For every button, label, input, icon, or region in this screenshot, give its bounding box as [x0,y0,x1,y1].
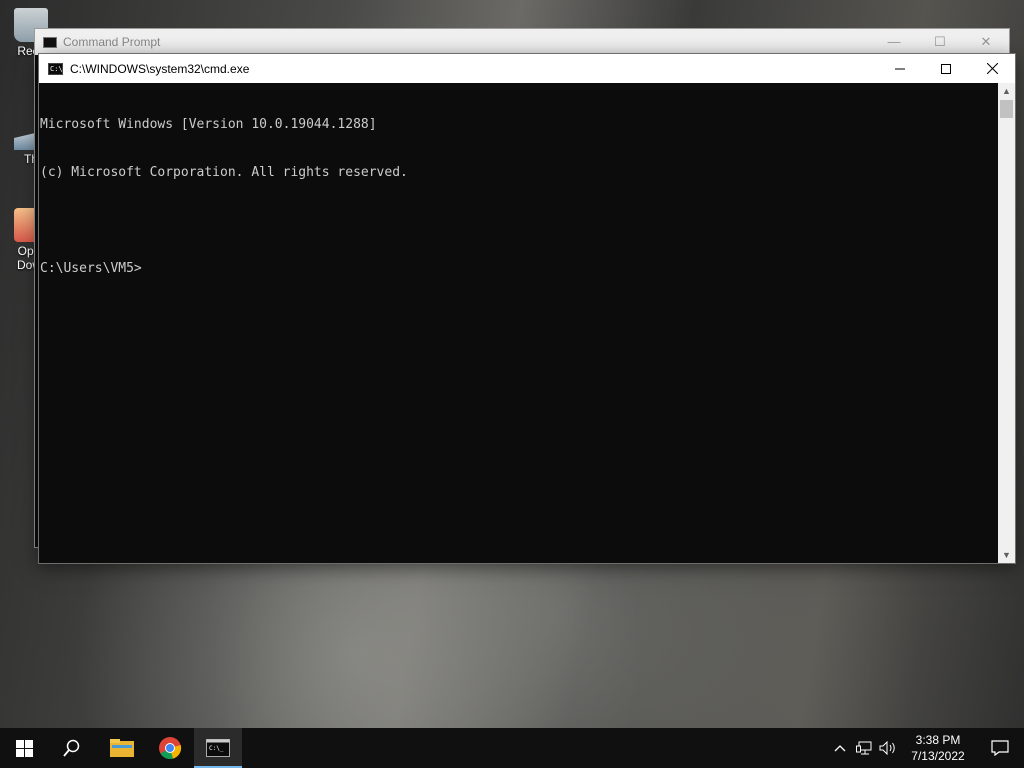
minimize-button[interactable] [877,54,923,83]
show-hidden-icons-button[interactable] [828,744,852,752]
volume-icon [879,741,895,755]
taskbar-clock[interactable]: 3:38 PM 7/13/2022 [900,732,976,764]
console-prompt[interactable]: C:\Users\VM5> [40,261,998,277]
background-window-title: Command Prompt [63,35,161,49]
command-prompt-taskbar-button[interactable]: C:\_ [194,728,242,768]
chrome-icon [159,737,182,760]
scroll-down-button[interactable]: ▼ [998,547,1015,563]
command-prompt-icon: C:\_ [206,739,230,757]
file-explorer-button[interactable] [98,728,146,768]
console-line: (c) Microsoft Corporation. All rights re… [40,165,408,180]
file-explorer-icon [110,739,134,757]
chrome-button[interactable] [146,728,194,768]
taskbar: C:\_ 3:38 PM 7/13/2022 [0,728,1024,768]
search-icon [63,739,80,757]
close-icon [986,63,998,74]
maximize-icon [941,63,951,74]
action-center-button[interactable] [976,740,1024,756]
start-button[interactable] [0,728,48,768]
cmd-window[interactable]: C:\ C:\WINDOWS\system32\cmd.exe Microsof… [38,53,1016,564]
chevron-up-icon [834,745,846,752]
svg-text:C:\_: C:\_ [209,745,224,752]
search-button[interactable] [48,728,96,768]
minimize-button[interactable]: — [871,34,917,50]
volume-button[interactable] [876,741,900,755]
command-prompt-icon: C:\ [48,62,63,75]
minimize-icon [895,68,905,69]
clock-time: 3:38 PM [915,733,961,747]
notification-icon [991,740,1009,756]
scrollbar-thumb[interactable] [1000,100,1013,118]
start-icon [15,739,33,757]
close-button[interactable] [969,54,1015,83]
network-icon [856,741,872,755]
cmd-window-title: C:\WINDOWS\system32\cmd.exe [70,61,250,76]
maximize-button[interactable] [923,54,969,83]
network-button[interactable] [852,741,876,755]
maximize-button[interactable]: ☐ [917,34,963,50]
console-line: Microsoft Windows [Version 10.0.19044.12… [40,117,377,132]
command-prompt-icon [43,36,57,48]
scroll-up-button[interactable]: ▲ [998,83,1015,99]
cmd-titlebar[interactable]: C:\ C:\WINDOWS\system32\cmd.exe [39,54,1015,83]
system-tray: 3:38 PM 7/13/2022 [828,728,1024,768]
background-titlebar[interactable]: Command Prompt — ☐ ✕ [35,29,1009,55]
close-button[interactable]: ✕ [963,34,1009,50]
console-output[interactable]: Microsoft Windows [Version 10.0.19044.12… [39,83,998,563]
clock-date: 7/13/2022 [911,749,965,763]
vertical-scrollbar[interactable]: ▲ ▼ [998,83,1015,563]
